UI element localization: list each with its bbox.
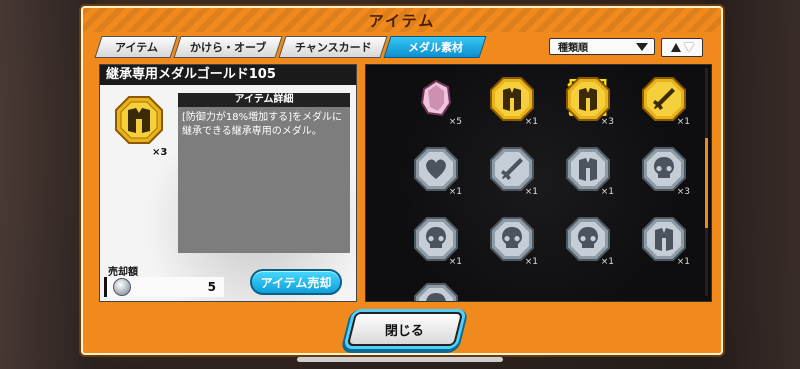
medal-count: ×1 [600,257,614,267]
medal-grid: ×5 ×1 ×3 ×1 ×1 ×1 ×1 ×3 ×1 ×1 ×1 ×1 [365,64,712,302]
silver-skull-medal-icon [490,217,534,261]
sell-price-box: 5 [104,277,224,297]
home-indicator [297,357,503,362]
silver-heart-medal-icon [414,147,458,191]
item-dialog: アイテム アイテム かけら・オーブ チャンスカード メダル素材 種類順 継承専用… [81,6,723,355]
tab-label: チャンスカード [294,41,372,54]
item-name: 継承専用メダルゴールド105 [100,65,356,85]
silver-sword-medal-icon [490,147,534,191]
medal-slot[interactable]: ×5 [404,77,464,127]
medal-count: ×1 [676,117,690,127]
tab-bar: アイテム かけら・オーブ チャンスカード メダル素材 [94,36,487,58]
grid-scrollbar[interactable] [705,68,708,296]
pink-crystal-medal-icon [420,79,452,117]
medal-slot[interactable]: ×1 [632,217,692,267]
tab-label: アイテム [114,41,158,54]
arrow-up-icon [670,43,681,52]
medal-count: ×3 [676,187,690,197]
close-button[interactable]: 閉じる [346,312,464,346]
medal-count: ×1 [524,257,538,267]
scrollbar-thumb[interactable] [705,138,708,228]
gold-armor-medal-icon [115,96,163,144]
tab-label: かけら・オーブ [189,41,267,54]
medal-slot[interactable]: ×3 [556,77,616,127]
medal-count: ×1 [524,187,538,197]
item-detail-panel: 継承専用メダルゴールド105 ×3 アイテム詳細 [防御力が18%増加する]をメ… [99,64,357,302]
gold-sword-medal-icon [642,77,686,121]
medal-slot[interactable]: ×1 [556,217,616,267]
chevron-down-icon [636,43,648,51]
silver-skull-medal-icon [566,217,610,261]
coin-icon [113,278,131,296]
medal-slot[interactable]: ×1 [556,147,616,197]
silver-armor-medal-icon [566,147,610,191]
sell-price-label: 売却額 [108,267,138,278]
dialog-title: アイテム [368,12,436,30]
silver-skull-medal-icon [414,283,458,301]
medal-slot[interactable]: ×1 [404,217,464,267]
tab-fragments-orbs[interactable]: かけら・オーブ [173,36,283,58]
medal-slot[interactable]: ×1 [480,147,540,197]
tab-items[interactable]: アイテム [94,36,178,58]
close-button-label: 閉じる [385,323,425,339]
sell-price-value: 5 [207,280,216,294]
arrow-down-icon [683,43,694,52]
gold-armor-medal-icon [566,77,610,121]
medal-count: ×1 [600,187,614,197]
tab-medal-materials[interactable]: メダル素材 [383,36,487,58]
info-header: アイテム詳細 [178,93,350,107]
medal-count: ×1 [448,257,462,267]
sort-order-toggle[interactable] [661,38,703,57]
gold-armor-medal-icon [490,77,534,121]
medal-slot[interactable]: ×1 [480,77,540,127]
sort-dropdown[interactable]: 種類順 [549,38,655,55]
medal-slot[interactable]: ×1 [404,283,464,301]
sell-item-button[interactable]: アイテム売却 [250,269,342,295]
sort-selected-label: 種類順 [558,43,588,54]
item-description: [防御力が18%増加する]をメダルに継承できる継承専用のメダル。 [178,107,350,253]
medal-slot[interactable]: ×1 [404,147,464,197]
tab-label: メダル素材 [407,41,463,54]
silver-skull-medal-icon [414,217,458,261]
medal-count: ×3 [600,117,614,127]
item-count: ×3 [152,147,168,158]
medal-slot[interactable]: ×1 [632,77,692,127]
medal-count: ×1 [524,117,538,127]
medal-slot[interactable]: ×1 [480,217,540,267]
medal-slot[interactable]: ×3 [632,147,692,197]
silver-skull-medal-icon [642,147,686,191]
medal-count: ×1 [448,187,462,197]
medal-count: ×1 [676,257,690,267]
tab-chance-cards[interactable]: チャンスカード [278,36,388,58]
medal-count: ×5 [448,117,462,127]
silver-armor-medal-icon [642,217,686,261]
